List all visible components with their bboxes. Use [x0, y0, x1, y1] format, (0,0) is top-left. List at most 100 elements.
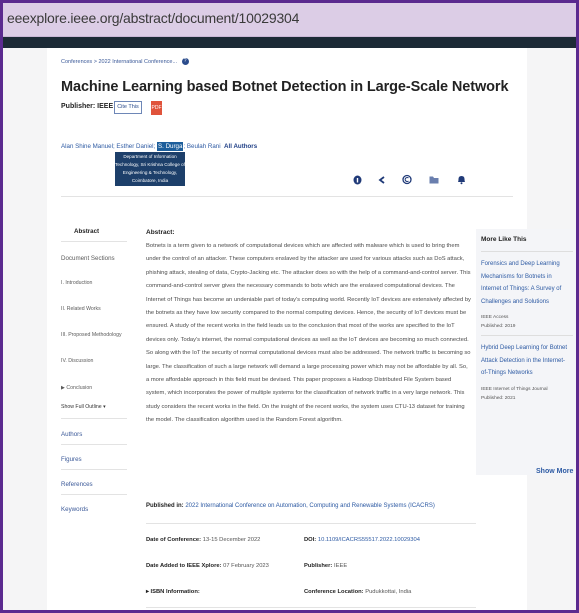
- isbn-information-toggle[interactable]: ▸ ISBN Information:: [146, 589, 200, 595]
- section-divider: [146, 607, 476, 608]
- show-full-outline-link[interactable]: Show Full Outline ▾: [61, 404, 106, 410]
- nav-section-related-works[interactable]: II. Related Works: [61, 306, 101, 312]
- show-more-link[interactable]: Show More: [536, 468, 573, 475]
- published-in: Published in: 2022 International Confere…: [146, 503, 435, 509]
- related-published: Published: 2021: [481, 396, 516, 401]
- panel-divider: [481, 251, 573, 252]
- breadcrumb-conference[interactable]: 2022 International Conference...: [98, 59, 177, 65]
- author-4[interactable]: ; Beulah Rani: [183, 143, 220, 150]
- folder-icon[interactable]: [428, 175, 440, 187]
- nav-section-introduction[interactable]: I. Introduction: [61, 280, 92, 286]
- abstract-line: phishing attack, stealing of data, Crypt…: [146, 269, 471, 276]
- related-title-line: Mechanisms for Botnets in: [481, 273, 552, 280]
- conference-location-value: Pudukkottai, India: [365, 589, 412, 595]
- date-added: Date Added to IEEE Xplore: 07 February 2…: [146, 563, 269, 569]
- published-in-label: Published in:: [146, 503, 184, 509]
- nav-section-conclusion[interactable]: ▶ Conclusion: [61, 385, 92, 391]
- abstract-line: the model. The classification algorithm …: [146, 417, 343, 424]
- page-background: Conferences > 2022 International Confere…: [3, 48, 576, 610]
- doi-link[interactable]: 10.1109/ICACRS55517.2022.10029304: [318, 537, 420, 543]
- author-1[interactable]: Alan Shine Manuel;: [61, 143, 115, 150]
- nav-references[interactable]: References: [61, 481, 93, 488]
- breadcrumb: Conferences > 2022 International Confere…: [61, 58, 189, 65]
- share-icon[interactable]: [376, 175, 388, 188]
- copyright-icon[interactable]: [401, 174, 413, 188]
- nav-abstract[interactable]: Abstract: [74, 228, 99, 235]
- related-article-1-meta: IEEE Access Published: 2019: [481, 313, 515, 331]
- author-2[interactable]: Esther Daniel;: [116, 143, 155, 150]
- nav-section-proposed-methodology[interactable]: III. Proposed Methodology: [61, 332, 122, 338]
- related-article-1[interactable]: Forensics and Deep Learning Mechanisms f…: [481, 258, 575, 308]
- related-title-line: Hybrid Deep Learning for Botnet: [481, 345, 568, 351]
- publisher-label: Publisher: IEEE: [61, 103, 114, 110]
- abstract-line: command-and-control server gives the nec…: [146, 283, 455, 290]
- related-article-2[interactable]: Hybrid Deep Learning for Botnet Attack D…: [481, 342, 575, 380]
- nav-divider: [61, 418, 127, 419]
- abstract-line: So along with the IoT the security of no…: [146, 350, 471, 357]
- more-like-this-panel: More Like This Forensics and Deep Learni…: [476, 229, 576, 475]
- abstract-line: ensured. A study of the recent works in …: [146, 323, 455, 330]
- related-title-line: Forensics and Deep Learning: [481, 261, 560, 267]
- date-of-conference-label: Date of Conference:: [146, 537, 202, 543]
- date-added-value: 07 February 2023: [223, 563, 269, 569]
- nav-divider: [61, 469, 127, 470]
- date-added-label: Date Added to IEEE Xplore:: [146, 563, 222, 569]
- conference-location-label: Conference Location:: [304, 589, 364, 595]
- related-title-line: Attack Detection in the Internet-: [481, 357, 566, 364]
- abstract-line: the botnets as they have low security co…: [146, 310, 467, 317]
- abstract-line: system, which incorporates the power of …: [146, 390, 465, 397]
- breadcrumb-conferences[interactable]: Conferences: [61, 59, 92, 65]
- abstract-line: study considers the recent works in the …: [146, 403, 465, 410]
- nav-keywords[interactable]: Keywords: [61, 506, 88, 513]
- address-bar[interactable]: eeexplore.ieee.org/abstract/document/100…: [3, 3, 576, 37]
- publisher-info-label: Publisher:: [304, 563, 333, 569]
- nav-divider: [61, 494, 127, 495]
- doi-label: DOI:: [304, 537, 317, 543]
- doi: DOI: 10.1109/ICACRS55517.2022.10029304: [304, 537, 420, 543]
- author-affiliation-tooltip: Department of Information Technology, Sr…: [115, 152, 185, 186]
- abstract-heading: Abstract:: [146, 229, 175, 236]
- conference-location: Conference Location: Pudukkottai, India: [304, 589, 411, 595]
- abstract-line: under the control of an attacker. These …: [146, 256, 465, 263]
- browser-window: eeexplore.ieee.org/abstract/document/100…: [3, 3, 576, 610]
- breadcrumb-separator: >: [93, 58, 97, 65]
- publisher-info: Publisher: IEEE: [304, 563, 347, 569]
- nav-section-discussion[interactable]: IV. Discussion: [61, 358, 93, 364]
- pdf-button[interactable]: PDF: [151, 101, 162, 115]
- info-icon[interactable]: ?: [181, 58, 189, 65]
- abstract-line: a more affordable approach in this field…: [146, 377, 452, 384]
- nav-figures[interactable]: Figures: [61, 456, 82, 463]
- section-divider: [146, 523, 476, 524]
- abstract-body: Botnets is a term given to a network of …: [146, 240, 482, 428]
- nav-authors[interactable]: Authors: [61, 431, 82, 438]
- cite-this-button[interactable]: Cite This: [114, 101, 142, 114]
- published-in-link[interactable]: 2022 International Conference on Automat…: [185, 503, 434, 509]
- author-3-selected[interactable]: S. Durga: [157, 142, 184, 151]
- related-published: Published: 2019: [481, 324, 516, 329]
- page-title: Machine Learning based Botnet Detection …: [61, 79, 509, 95]
- all-authors-link[interactable]: All Authors: [224, 143, 257, 150]
- pdf-icon-label: PDF: [151, 105, 162, 111]
- publisher-info-value: IEEE: [333, 563, 348, 569]
- related-source: IEEE Internet of Things Journal: [481, 387, 548, 392]
- related-title-line: Challenges and Solutions: [481, 298, 550, 305]
- article-content: Conferences > 2022 International Confere…: [47, 48, 576, 610]
- header-divider: [61, 196, 513, 197]
- related-title-line: of-Things Networks: [481, 370, 533, 376]
- nav-document-sections-heading: Document Sections: [61, 255, 115, 262]
- related-title-line: Internet of Things: A Survey of: [481, 286, 562, 292]
- url-text[interactable]: eeexplore.ieee.org/abstract/document/100…: [7, 10, 299, 26]
- abstract-line: Internet of Things has become an undenia…: [146, 296, 471, 303]
- abstract-line: large. The classification of such a larg…: [146, 363, 468, 370]
- related-source: IEEE Access: [481, 315, 509, 320]
- date-of-conference: Date of Conference: 13-15 December 2022: [146, 537, 260, 543]
- info-icon[interactable]: [351, 175, 363, 188]
- bell-icon[interactable]: [455, 174, 467, 188]
- site-header-bar: [3, 37, 576, 48]
- abstract-line: devices only. Today's internet, the norm…: [146, 336, 469, 343]
- panel-divider: [481, 335, 573, 336]
- authors-line: Alan Shine Manuel; Esther Daniel; S. Dur…: [61, 142, 257, 151]
- more-like-this-heading: More Like This: [481, 236, 527, 243]
- abstract-line: Botnets is a term given to a network of …: [146, 243, 460, 249]
- isbn-label: ▸ ISBN Information:: [146, 589, 200, 595]
